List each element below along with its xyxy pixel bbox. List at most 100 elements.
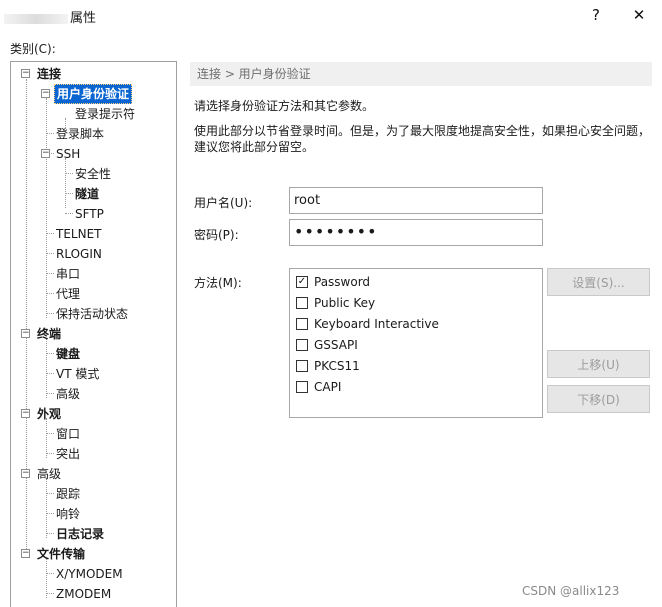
- tree-item-zmodem[interactable]: ZMODEM: [54, 584, 113, 604]
- tree-item-terminal[interactable]: 终端: [35, 324, 63, 344]
- tree-line: [46, 418, 47, 458]
- settings-button[interactable]: 设置(S)...: [547, 268, 650, 296]
- tree-line: [46, 98, 47, 318]
- close-button[interactable]: ✕: [616, 0, 662, 30]
- window-title: 属性: [4, 7, 96, 26]
- tree-item-tunnel[interactable]: 隧道: [73, 184, 101, 204]
- tree-item-keyboard[interactable]: 键盘: [54, 344, 82, 364]
- expander-file-transfer[interactable]: −: [21, 549, 30, 558]
- tree-line: [46, 393, 54, 394]
- tree-item-serial[interactable]: 串口: [54, 264, 82, 284]
- checkbox-icon[interactable]: [296, 380, 308, 393]
- tree-line: [46, 373, 54, 374]
- username-label: 用户名(U):: [194, 196, 253, 210]
- expander-advanced[interactable]: −: [21, 469, 30, 478]
- method-label-pkcs11: PKCS11: [314, 358, 360, 373]
- method-item-pkcs11[interactable]: PKCS11: [296, 355, 360, 376]
- tree-line: [46, 133, 54, 134]
- tree-item-user-auth[interactable]: 用户身份验证: [54, 84, 133, 104]
- tree-item-appearance[interactable]: 外观: [35, 404, 63, 424]
- method-item-keyboard-interactive[interactable]: Keyboard Interactive: [296, 313, 439, 334]
- tree-item-ssh[interactable]: SSH: [54, 144, 82, 164]
- method-item-password[interactable]: ✓ Password: [296, 271, 370, 292]
- method-label-password: Password: [314, 274, 371, 289]
- expander-terminal[interactable]: −: [21, 329, 30, 338]
- description-line-3: 建议您将此部分留空。: [194, 140, 315, 154]
- tree-item-login-script[interactable]: 登录脚本: [54, 124, 106, 144]
- tree-item-telnet[interactable]: TELNET: [54, 224, 104, 244]
- tree-line: [46, 533, 54, 534]
- method-label-public-key: Public Key: [314, 295, 376, 310]
- tree-line: [65, 213, 73, 214]
- tree-line: [46, 338, 47, 398]
- tree-item-window[interactable]: 窗口: [54, 424, 82, 444]
- expander-ssh[interactable]: −: [41, 149, 50, 158]
- checkbox-checked-icon[interactable]: ✓: [296, 275, 308, 288]
- tree-item-advanced[interactable]: 高级: [35, 464, 63, 484]
- tree-line: [65, 158, 66, 208]
- method-item-gssapi[interactable]: GSSAPI: [296, 334, 358, 355]
- tree-item-logging[interactable]: 日志记录: [54, 524, 106, 544]
- help-button[interactable]: ?: [573, 0, 619, 30]
- title-bar: 属性 ? ✕: [0, 0, 662, 32]
- tree-item-xymodem[interactable]: X/YMODEM: [54, 564, 125, 584]
- tree-line: [46, 573, 54, 574]
- description-line-1: 请选择身份验证方法和其它参数。: [194, 99, 375, 113]
- method-list[interactable]: ✓ Password Public Key Keyboard Interacti…: [289, 268, 543, 418]
- expander-connection[interactable]: −: [21, 69, 30, 78]
- tree-line: [65, 173, 73, 174]
- method-label-keyboard-interactive: Keyboard Interactive: [314, 316, 439, 331]
- method-label: 方法(M):: [194, 276, 242, 290]
- method-item-capi[interactable]: CAPI: [296, 376, 341, 397]
- redacted-title-prefix: [4, 13, 68, 24]
- method-item-public-key[interactable]: Public Key: [296, 292, 375, 313]
- tree-line: [46, 293, 54, 294]
- checkbox-icon[interactable]: [296, 296, 308, 309]
- tree-line: [65, 193, 73, 194]
- username-input[interactable]: root: [289, 187, 543, 214]
- tree-line: [46, 513, 54, 514]
- tree-item-rlogin[interactable]: RLOGIN: [54, 244, 104, 264]
- tree-line: [46, 233, 54, 234]
- password-label: 密码(P):: [194, 228, 239, 242]
- tree-item-bell[interactable]: 响铃: [54, 504, 82, 524]
- window-title-text: 属性: [70, 11, 97, 26]
- description-line-2: 使用此部分以节省登录时间。但是，为了最大限度地提高安全性，如果担心安全问题，: [194, 124, 651, 138]
- expander-appearance[interactable]: −: [21, 409, 30, 418]
- tree-line: [46, 273, 54, 274]
- tree-item-highlight[interactable]: 突出: [54, 444, 82, 464]
- method-label-capi: CAPI: [314, 379, 342, 394]
- tree-item-terminal-advanced[interactable]: 高级: [54, 384, 82, 404]
- breadcrumb: 连接 > 用户身份验证: [190, 62, 652, 86]
- tree-line: [46, 558, 47, 598]
- checkbox-icon[interactable]: [296, 338, 308, 351]
- tree-item-vt-mode[interactable]: VT 模式: [54, 364, 101, 384]
- tree-item-keepalive[interactable]: 保持活动状态: [54, 304, 130, 324]
- move-up-button[interactable]: 上移(U): [547, 350, 650, 378]
- checkbox-icon[interactable]: [296, 359, 308, 372]
- expander-user-auth[interactable]: −: [41, 89, 50, 98]
- category-tree[interactable]: − − − − − − − 连接 用户身份验证 登录提示符 登录脚本 SSH 安…: [10, 61, 177, 607]
- move-down-button[interactable]: 下移(D): [547, 385, 650, 413]
- tree-line: [46, 353, 54, 354]
- tree-item-connection[interactable]: 连接: [35, 64, 63, 84]
- tree-line: [26, 79, 27, 555]
- checkbox-icon[interactable]: [296, 317, 308, 330]
- tree-item-file-transfer[interactable]: 文件传输: [35, 544, 87, 564]
- tree-line: [46, 433, 54, 434]
- tree-line: [46, 493, 54, 494]
- tree-item-sftp[interactable]: SFTP: [73, 204, 106, 224]
- tree-line: [46, 593, 54, 594]
- watermark: CSDN @allix123: [522, 584, 620, 598]
- tree-line: [46, 478, 47, 538]
- tree-line: [46, 453, 54, 454]
- password-input[interactable]: ••••••••: [289, 219, 543, 246]
- tree-item-trace[interactable]: 跟踪: [54, 484, 82, 504]
- tree-item-security[interactable]: 安全性: [73, 164, 113, 184]
- method-label-gssapi: GSSAPI: [314, 337, 358, 352]
- tree-line: [46, 313, 54, 314]
- tree-line: [46, 253, 54, 254]
- tree-item-proxy[interactable]: 代理: [54, 284, 82, 304]
- category-label: 类别(C):: [10, 42, 56, 56]
- tree-item-login-prompt[interactable]: 登录提示符: [73, 104, 137, 124]
